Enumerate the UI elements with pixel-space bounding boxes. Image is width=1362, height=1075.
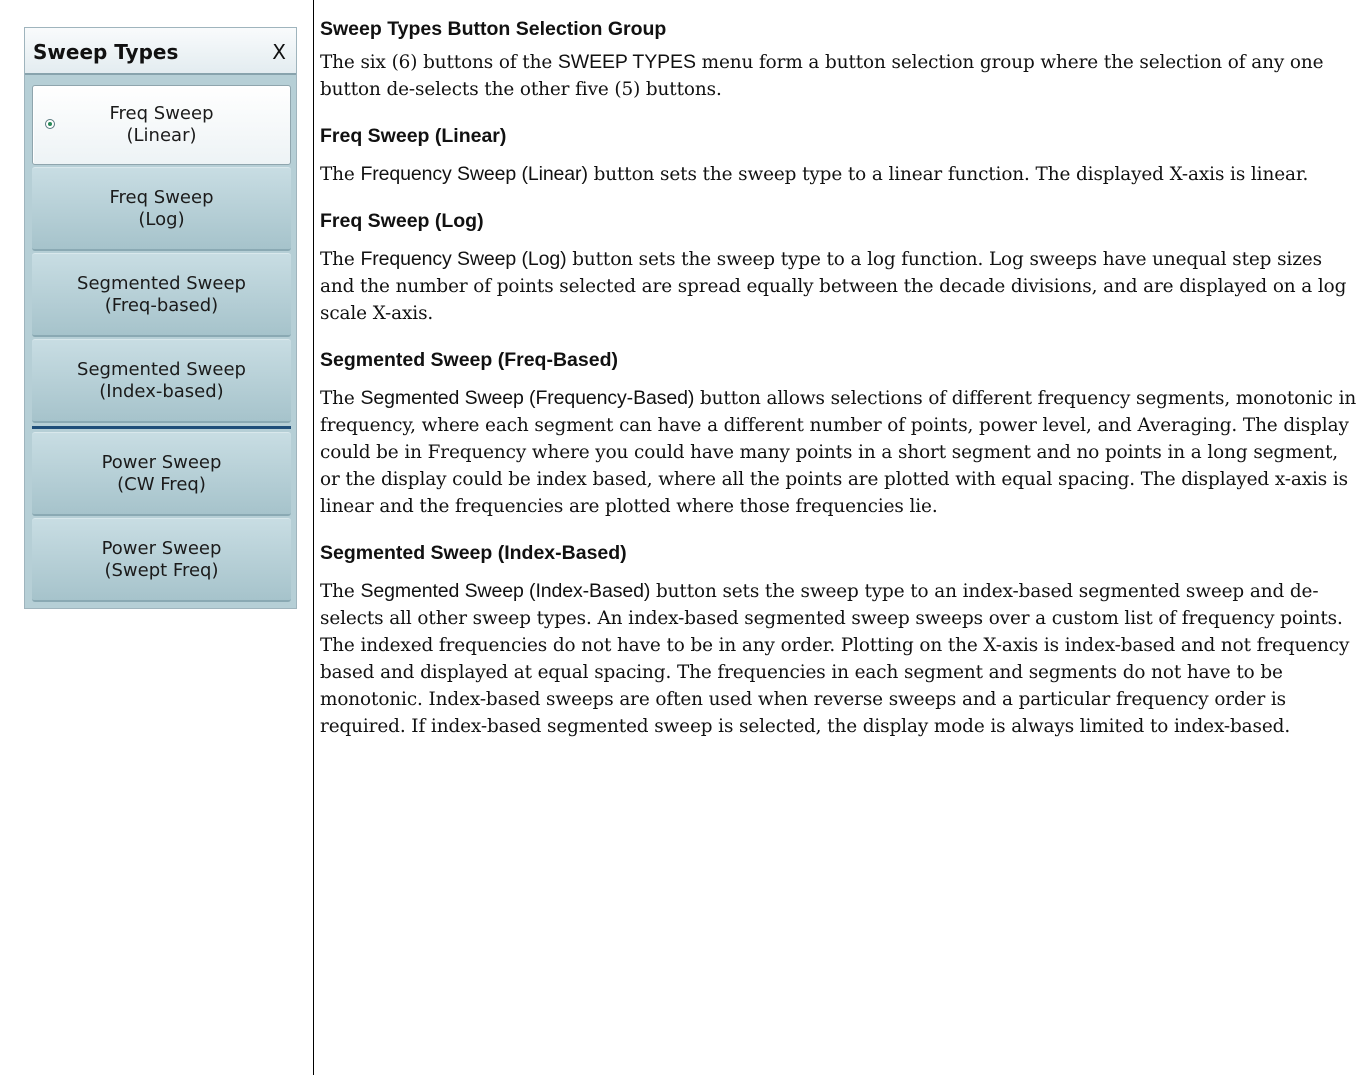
button-label-line1: Segmented Sweep <box>77 272 246 294</box>
menu-title-bar: Sweep Types X <box>25 28 296 75</box>
segmented-sweep-index-button[interactable]: Segmented Sweep (Index-based) <box>32 339 291 423</box>
radio-selected-icon <box>45 119 55 129</box>
ui-term: SWEEP TYPES <box>557 51 696 73</box>
button-label-line1: Power Sweep <box>101 537 222 559</box>
menu-group-divider <box>32 426 291 429</box>
button-label-line2: (CW Freq) <box>117 473 206 495</box>
sweep-types-menu: Sweep Types X Freq Sweep (Linear) Freq S… <box>24 27 297 609</box>
button-label-line2: (Index-based) <box>99 380 224 402</box>
segmented-sweep-freq-button[interactable]: Segmented Sweep (Freq-based) <box>32 253 291 337</box>
column-divider <box>313 0 314 1075</box>
button-label-line1: Freq Sweep <box>109 186 214 208</box>
ui-term: Frequency Sweep (Linear) <box>360 163 588 185</box>
paragraph-selection-group: The six (6) buttons of the SWEEP TYPES m… <box>320 51 1324 100</box>
button-label-line2: (Freq-based) <box>104 294 219 316</box>
power-sweep-swept-button[interactable]: Power Sweep (Swept Freq) <box>32 518 291 602</box>
close-icon[interactable]: X <box>272 40 286 64</box>
paragraph-freq-linear: The Frequency Sweep (Linear) button sets… <box>320 163 1309 185</box>
description-column: Sweep Types Button Selection Group The s… <box>320 18 1360 740</box>
button-label-line1: Segmented Sweep <box>77 358 246 380</box>
paragraph-segmented-freq: The Segmented Sweep (Frequency-Based) bu… <box>320 387 1357 517</box>
power-sweep-cw-button[interactable]: Power Sweep (CW Freq) <box>32 432 291 516</box>
freq-sweep-linear-button[interactable]: Freq Sweep (Linear) <box>32 85 291 165</box>
ui-term: Segmented Sweep (Index-Based) <box>360 580 651 602</box>
button-label-line1: Power Sweep <box>101 451 222 473</box>
freq-sweep-log-button[interactable]: Freq Sweep (Log) <box>32 167 291 251</box>
ui-term: Segmented Sweep (Frequency-Based) <box>360 387 695 409</box>
heading-segmented-freq: Segmented Sweep (Freq-Based) <box>320 349 618 371</box>
button-label-line2: (Linear) <box>126 125 197 146</box>
heading-segmented-index: Segmented Sweep (Index-Based) <box>320 542 627 564</box>
ui-term: Frequency Sweep (Log) <box>360 248 567 270</box>
paragraph-freq-log: The Frequency Sweep (Log) button sets th… <box>320 248 1347 324</box>
button-label-line2: (Swept Freq) <box>104 559 219 581</box>
paragraph-segmented-index: The Segmented Sweep (Index-Based) button… <box>320 580 1350 737</box>
button-label-line1: Freq Sweep <box>109 103 214 124</box>
menu-title: Sweep Types <box>33 40 179 64</box>
heading-freq-log: Freq Sweep (Log) <box>320 210 484 232</box>
heading-selection-group: Sweep Types Button Selection Group <box>320 18 667 40</box>
button-label-line2: (Log) <box>138 208 185 230</box>
heading-freq-linear: Freq Sweep (Linear) <box>320 125 507 147</box>
